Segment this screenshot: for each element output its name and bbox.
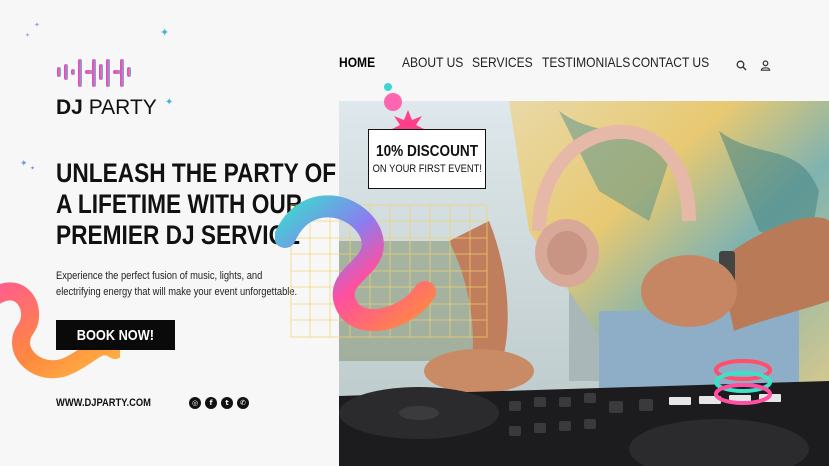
brand-light: PARTY [88,96,157,119]
headline-line: A LIFETIME WITH OUR [56,189,303,219]
nav-item-services[interactable]: SERVICES [472,54,533,70]
hero-description: Experience the perfect fusion of music, … [56,270,298,298]
book-now-button[interactable]: BOOK NOW! [56,320,175,350]
nav-item-home[interactable]: HOME [339,54,375,70]
headline-line: PREMIER DJ SERVICE [56,220,301,250]
starburst-decoration [384,83,426,130]
gradient-swirl-decoration [275,195,436,331]
book-now-label: BOOK NOW! [76,326,155,344]
instagram-icon[interactable]: ◎ [189,397,201,409]
headline-line: UNLEASH THE PARTY OF [56,158,337,188]
logo[interactable] [56,56,136,90]
discount-title: 10% DISCOUNT [375,143,479,160]
whatsapp-icon[interactable]: ✆ [237,397,249,409]
nav-item-contact-us[interactable]: CONTACT US [632,54,709,70]
neon-rings-decoration [714,359,772,405]
brand-name: DJ PARTY [56,96,157,120]
sparkle-decoration: ✦ [160,26,170,39]
sparkle-decoration: ✦ [20,159,28,169]
discount-subtitle: ON YOUR FIRST EVENT! [372,163,482,175]
soundwave-logo-icon [57,59,131,87]
brand-bold: DJ [56,96,83,119]
website-link[interactable]: WWW.DJPARTY.COM [56,397,151,409]
sparkle-decoration: ✦ [34,21,40,29]
sparkle-decoration: ✦ [25,32,31,39]
nav-item-testimonials[interactable]: TESTIMONIALS [542,54,630,70]
sparkle-decoration: ✦ [165,97,174,108]
facebook-icon[interactable]: f [205,397,217,409]
sparkle-decoration: ✦ [30,165,36,172]
nav-item-about-us[interactable]: ABOUT US [402,54,463,70]
twitter-icon[interactable]: t [221,397,233,409]
user-icon[interactable] [760,56,772,71]
social-links: ◎ f t ✆ [189,397,249,409]
nav-icons [736,56,772,71]
hero-headline: UNLEASH THE PARTY OF A LIFETIME WITH OUR… [56,158,337,251]
search-icon[interactable] [736,56,748,71]
discount-badge[interactable]: 10% DISCOUNT ON YOUR FIRST EVENT! [368,129,486,189]
